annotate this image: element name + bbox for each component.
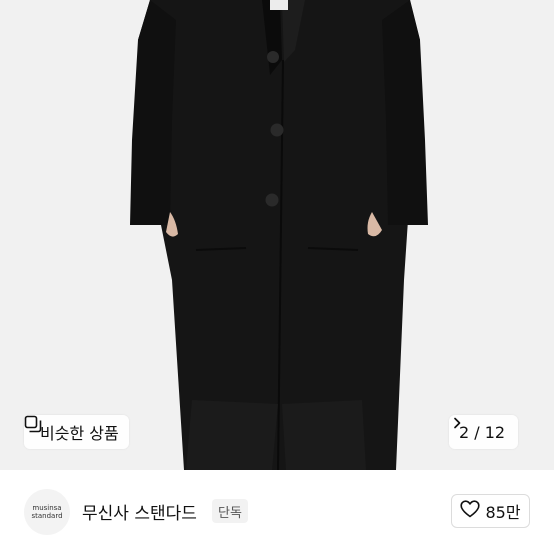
exclusive-badge: 단독 [212,499,248,523]
similar-products-button[interactable]: 비슷한 상품 [24,415,129,449]
brand-row: musinsa standard 무신사 스탠다드 단독 85만 [0,470,554,554]
similar-products-label: 비슷한 상품 [40,424,119,443]
brand-name-link[interactable]: 무신사 스탠다드 [82,499,197,524]
product-photo [0,0,554,470]
logo-text-line2: standard [31,512,63,520]
logo-text-line1: musinsa [32,504,62,512]
like-count: 85만 [485,503,521,522]
product-image-carousel[interactable]: 비슷한 상품 2 / 12 [0,0,554,470]
heart-icon [460,500,481,522]
brand-logo[interactable]: musinsa standard [24,489,70,535]
image-pager-label: 2 / 12 [459,422,506,442]
like-button[interactable]: 85만 [451,494,530,528]
image-pager-button[interactable]: 2 / 12 [449,415,519,449]
